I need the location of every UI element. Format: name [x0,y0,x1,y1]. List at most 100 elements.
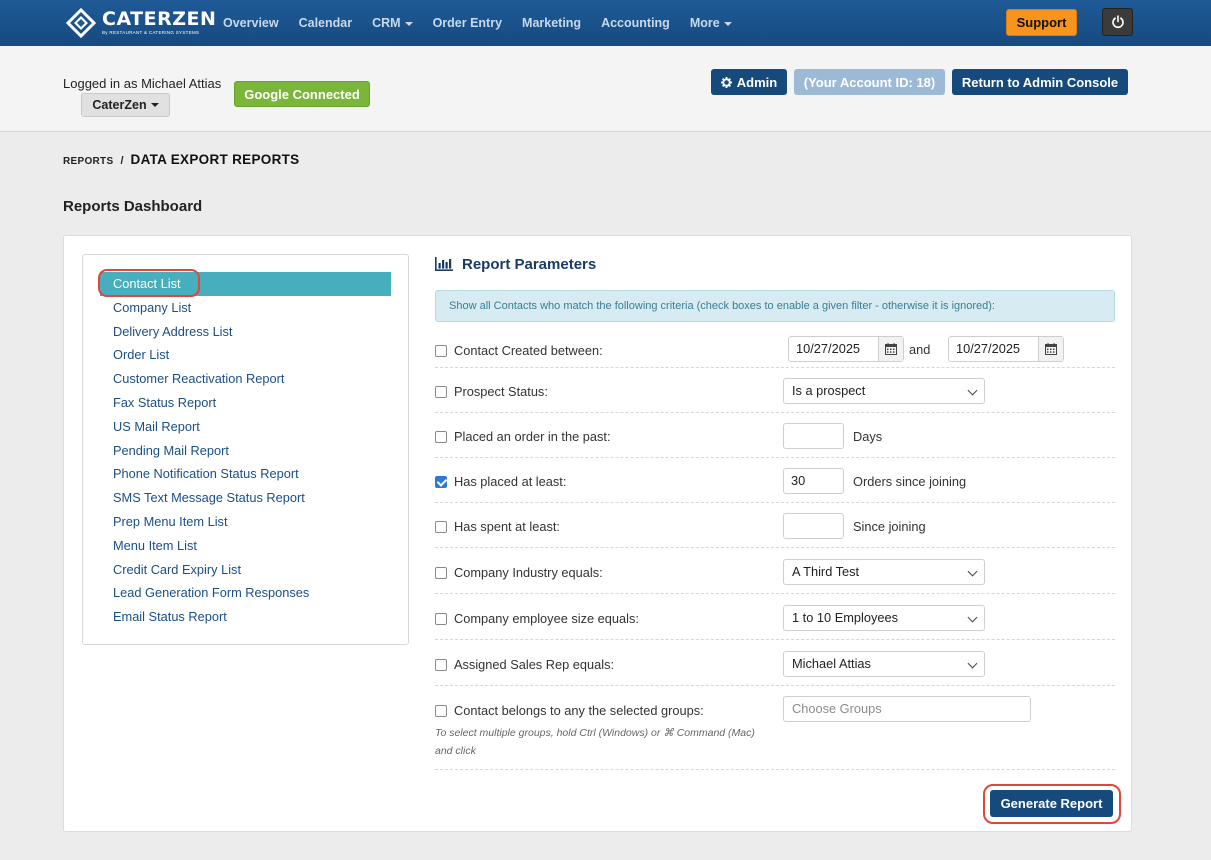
power-icon [1111,15,1124,29]
nav-accounting[interactable]: Accounting [591,16,680,30]
report-list: Contact List Company List Delivery Addre… [98,269,391,629]
nav-overview[interactable]: Overview [213,16,289,30]
prospect-status-label: Prospect Status: [454,384,548,399]
breadcrumb: REPORTS / DATA EXPORT REPORTS [63,152,299,167]
contact-created-checkbox[interactable] [435,344,447,357]
report-item-phone-notification[interactable]: Phone Notification Status Report [100,462,391,486]
has-placed-label: Has placed at least: [454,474,567,489]
filter-has-placed: Has placed at least: 30 Orders since joi… [435,458,1115,503]
nav-calendar[interactable]: Calendar [289,16,363,30]
org-dropdown[interactable]: CaterZen [81,93,170,117]
orders-count-input[interactable]: 30 [783,468,844,494]
nav-marketing[interactable]: Marketing [512,16,591,30]
prospect-status-checkbox[interactable] [435,385,447,398]
generate-report-button[interactable]: Generate Report [990,790,1113,817]
bar-chart-icon [435,257,453,271]
brand-subtitle: By RESTAURANT & CATERING SYSTEMS [102,30,200,36]
chevron-down-icon [967,658,978,669]
account-header: Logged in as Michael Attias CaterZen Goo… [0,46,1211,132]
breadcrumb-separator: / [120,155,124,167]
nav-order-entry[interactable]: Order Entry [423,16,512,30]
calendar-icon[interactable] [1038,337,1063,361]
sales-rep-checkbox[interactable] [435,658,447,671]
select-value: 1 to 10 Employees [792,610,898,625]
has-placed-checkbox[interactable] [435,475,447,488]
calendar-icon[interactable] [878,337,903,361]
sales-rep-select[interactable]: Michael Attias [783,651,985,677]
report-item-lead-generation[interactable]: Lead Generation Form Responses [100,581,391,605]
brand-logo[interactable]: CATERZEN By RESTAURANT & CATERING SYSTEM… [66,8,216,38]
groups-checkbox[interactable] [435,704,447,717]
orders-suffix: Orders since joining [853,474,967,489]
report-item-delivery-address-list[interactable]: Delivery Address List [100,320,391,344]
nav-more[interactable]: More [680,16,742,30]
has-spent-label: Has spent at least: [454,519,560,534]
highlight-ring [98,269,200,297]
report-parameters-heading: Report Parameters [435,254,1115,274]
filter-label: Company employee size equals: [435,611,639,626]
return-admin-console-button[interactable]: Return to Admin Console [952,69,1128,95]
employee-size-select[interactable]: 1 to 10 Employees [783,605,985,631]
report-item-credit-card-expiry[interactable]: Credit Card Expiry List [100,558,391,582]
admin-label: Admin [736,74,778,90]
breadcrumb-reports[interactable]: REPORTS [63,156,113,167]
industry-label: Company Industry equals: [454,565,603,580]
report-parameters-title: Report Parameters [462,255,597,273]
nav-crm-label: CRM [372,16,401,30]
filter-sales-rep: Assigned Sales Rep equals: Michael Attia… [435,640,1115,686]
caret-down-icon [404,21,413,26]
report-item-email-status[interactable]: Email Status Report [100,605,391,629]
nav-more-label: More [689,16,720,30]
sales-rep-label: Assigned Sales Rep equals: [454,657,615,672]
filter-label: Placed an order in the past: [435,429,611,444]
google-connected-button[interactable]: Google Connected [234,81,370,107]
employee-size-label: Company employee size equals: [454,611,639,626]
amount-spent-input[interactable] [783,513,844,539]
caret-down-icon [150,103,159,107]
filter-label: Assigned Sales Rep equals: [435,657,614,672]
days-input[interactable] [783,423,844,449]
report-item-pending-mail[interactable]: Pending Mail Report [100,439,391,463]
and-label: and [909,342,931,357]
filter-company-industry: Company Industry equals: A Third Test [435,548,1115,594]
brand-name: CATERZEN [102,8,217,31]
top-navbar: CATERZEN By RESTAURANT & CATERING SYSTEM… [0,0,1211,46]
report-item-company-list[interactable]: Company List [100,296,391,320]
criteria-info-alert: Show all Contacts who match the followin… [435,290,1115,322]
industry-checkbox[interactable] [435,566,447,579]
report-item-sms-status[interactable]: SMS Text Message Status Report [100,486,391,510]
admin-button[interactable]: Admin [711,69,787,95]
report-item-fax-status[interactable]: Fax Status Report [100,391,391,415]
select-value: A Third Test [792,564,860,579]
filter-groups: Contact belongs to any the selected grou… [435,686,1115,770]
employee-size-checkbox[interactable] [435,612,447,625]
prospect-status-select[interactable]: Is a prospect [783,378,985,404]
logout-button[interactable] [1102,8,1133,36]
groups-help-text: To select multiple groups, hold Ctrl (Wi… [435,727,755,757]
filter-employee-size: Company employee size equals: 1 to 10 Em… [435,594,1115,640]
report-item-customer-reactivation[interactable]: Customer Reactivation Report [100,367,391,391]
breadcrumb-current: DATA EXPORT REPORTS [130,152,300,167]
date-value: 10/27/2025 [796,341,861,356]
created-to-date-input[interactable]: 10/27/2025 [948,336,1064,362]
placed-order-past-label: Placed an order in the past: [454,429,611,444]
filter-label: Has placed at least: [435,474,566,489]
created-from-date-input[interactable]: 10/27/2025 [788,336,904,362]
nav-crm[interactable]: CRM [362,16,422,30]
report-item-prep-menu[interactable]: Prep Menu Item List [100,510,391,534]
filter-contact-created: Contact Created between: 10/27/2025 and … [435,330,1115,368]
chevron-down-icon [967,566,978,577]
report-item-menu-item[interactable]: Menu Item List [100,534,391,558]
choose-groups-input[interactable]: Choose Groups [783,696,1031,722]
report-item-us-mail[interactable]: US Mail Report [100,415,391,439]
report-item-order-list[interactable]: Order List [100,343,391,367]
filter-has-spent: Has spent at least: Since joining [435,503,1115,548]
industry-select[interactable]: A Third Test [783,559,985,585]
support-button[interactable]: Support [1006,9,1077,36]
has-spent-checkbox[interactable] [435,520,447,533]
select-value: Is a prospect [792,383,866,398]
report-item-contact-list[interactable]: Contact List [98,269,391,297]
page-title: Reports Dashboard [63,198,203,215]
logged-in-text: Logged in as Michael Attias [63,76,222,91]
placed-order-past-checkbox[interactable] [435,430,447,443]
